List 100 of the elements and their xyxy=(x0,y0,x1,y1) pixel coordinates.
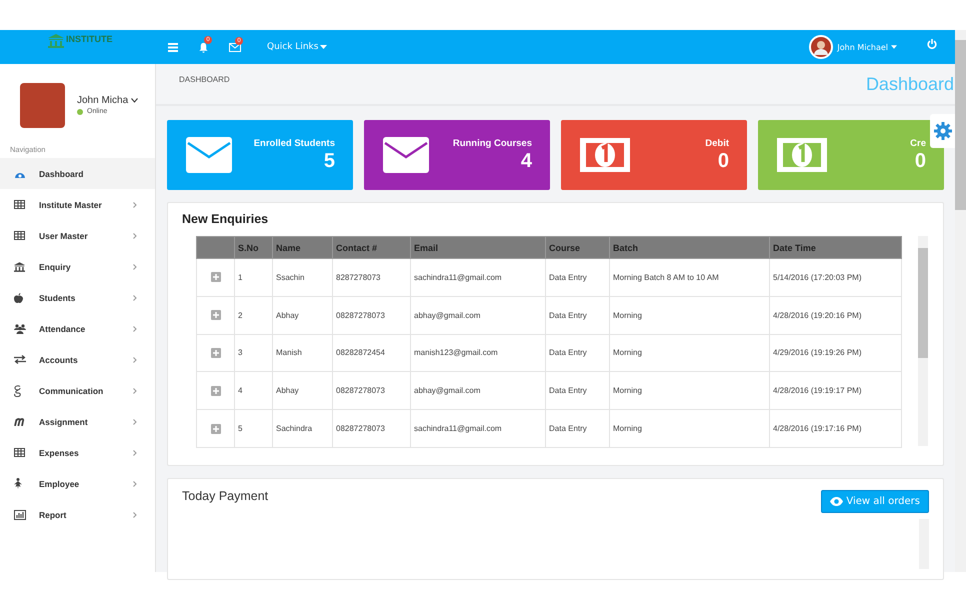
stat-value: 4 xyxy=(520,150,532,172)
nav-item[interactable]: Report xyxy=(0,499,155,530)
eye-icon xyxy=(830,497,844,506)
settings-icon xyxy=(934,122,952,140)
expand-plus-icon[interactable] xyxy=(210,272,220,282)
expand-plus-icon[interactable] xyxy=(210,348,220,358)
expand-plus-icon[interactable] xyxy=(210,386,220,396)
table-cell: Morning Batch 8 AM to 10 AM xyxy=(610,258,770,296)
table-cell: 08287278073 xyxy=(332,296,410,334)
nav-item[interactable]: Dashboard xyxy=(0,158,155,189)
status-dot xyxy=(77,108,83,114)
person-icon xyxy=(14,478,22,489)
italic-m-icon xyxy=(14,418,26,426)
table-cell: 3 xyxy=(234,334,272,372)
scrollbar[interactable] xyxy=(918,236,928,446)
table-cell: Data Entry xyxy=(546,372,610,410)
stat-label: Enrolled Students xyxy=(254,138,335,148)
table-header-cell: S.No xyxy=(234,236,272,258)
nav-item[interactable]: User Master xyxy=(0,220,155,251)
stat-label: Debit xyxy=(705,138,729,148)
table-header-cell: Email xyxy=(410,236,546,258)
table-cell: 5 xyxy=(234,410,272,448)
power-icon[interactable] xyxy=(927,39,937,49)
nav-item[interactable]: Students xyxy=(0,282,155,313)
table-header-cell: Date Time xyxy=(770,236,902,258)
table-cell: 1 xyxy=(234,258,272,296)
envelope-icon[interactable] xyxy=(229,42,241,52)
table-cell: Data Entry xyxy=(546,258,610,296)
table-cell: 2 xyxy=(234,296,272,334)
table-cell: Data Entry xyxy=(546,296,610,334)
table-cell: Ssachin xyxy=(272,258,332,296)
panel-title: New Enquiries xyxy=(181,211,270,228)
bank-icon xyxy=(14,262,25,272)
breadcrumb: DASHBOARD xyxy=(179,74,230,84)
table-cell: 08282872454 xyxy=(332,334,410,372)
table-cell: Abhay xyxy=(272,372,332,410)
chevron-icon xyxy=(131,98,138,103)
settings-button[interactable] xyxy=(930,114,955,148)
table-cell: 4/29/2016 (19:19:26 PM) xyxy=(770,334,902,372)
table-cell: sachindra11@gmail.com xyxy=(410,258,546,296)
group-icon xyxy=(14,324,26,334)
table-cell: 08287278073 xyxy=(332,372,410,410)
table-cell: 08287278073 xyxy=(332,410,410,448)
table-cell: abhay@gmail.com xyxy=(410,372,546,410)
nav-item[interactable]: Assignment xyxy=(0,406,155,437)
page-title: Dashboard xyxy=(866,74,954,94)
stat-label: Cre xyxy=(910,138,926,148)
table-header-cell: Batch xyxy=(610,236,770,258)
table-icon xyxy=(14,200,25,209)
table-icon xyxy=(14,231,25,240)
table-cell: 4/28/2016 (19:20:16 PM) xyxy=(770,296,902,334)
brand-name: INSTITUTE xyxy=(66,34,112,44)
nav-item[interactable]: Employee xyxy=(0,468,155,499)
nav-item[interactable]: Attendance xyxy=(0,313,155,344)
table-cell: 4/28/2016 (19:17:16 PM) xyxy=(770,410,902,448)
table-cell: 8287278073 xyxy=(332,258,410,296)
nav-item[interactable]: Enquiry xyxy=(0,251,155,282)
caret-icon xyxy=(891,45,897,49)
table-cell: Morning xyxy=(610,296,770,334)
stat-value: 5 xyxy=(324,150,335,172)
nav-item[interactable]: Institute Master xyxy=(0,189,155,220)
table-cell: manish123@gmail.com xyxy=(410,334,546,372)
nav-item[interactable]: Accounts xyxy=(0,344,155,375)
photo-placeholder xyxy=(20,82,65,128)
table-icon xyxy=(14,448,25,457)
envelope-icon xyxy=(383,137,429,173)
table-cell: 5/14/2016 (17:20:03 PM) xyxy=(770,258,902,296)
table-cell: Sachindra xyxy=(272,410,332,448)
apple-icon xyxy=(14,292,23,302)
bell-icon[interactable] xyxy=(198,42,209,52)
nav-item[interactable]: Communication xyxy=(0,375,155,406)
caret-icon xyxy=(320,45,328,49)
nav-item[interactable]: Expenses xyxy=(0,437,155,468)
stat-label: Running Courses xyxy=(452,138,532,148)
user-name[interactable]: John Micha xyxy=(77,95,138,106)
banknote-icon xyxy=(777,138,827,172)
stat-value: 0 xyxy=(718,150,729,172)
table-cell: Morning xyxy=(610,334,770,372)
swap-arrows-icon xyxy=(14,355,26,364)
expand-plus-icon[interactable] xyxy=(210,310,220,320)
table-header-cell xyxy=(196,236,234,258)
table-cell: Data Entry xyxy=(546,334,610,372)
expand-plus-icon[interactable] xyxy=(210,424,220,434)
menu-icon[interactable] xyxy=(168,42,178,52)
page-scrollbar[interactable] xyxy=(955,30,966,572)
stat-value: 0 xyxy=(914,150,926,172)
table-cell: Morning xyxy=(610,410,770,448)
table-cell: 4/28/2016 (19:19:17 PM) xyxy=(770,372,902,410)
avatar-icon xyxy=(809,35,834,59)
table-cell: Morning xyxy=(610,372,770,410)
panel-title: Today Payment xyxy=(182,489,268,503)
table-header-cell: Contact # xyxy=(332,236,410,258)
table-header-cell: Name xyxy=(272,236,332,258)
table-cell: Manish xyxy=(272,334,332,372)
table-cell: 4 xyxy=(234,372,272,410)
envelope-icon xyxy=(186,137,232,173)
table-cell: Data Entry xyxy=(546,410,610,448)
table-cell: Abhay xyxy=(272,296,332,334)
swirl-icon xyxy=(14,384,22,396)
bar-chart-icon xyxy=(14,510,26,520)
